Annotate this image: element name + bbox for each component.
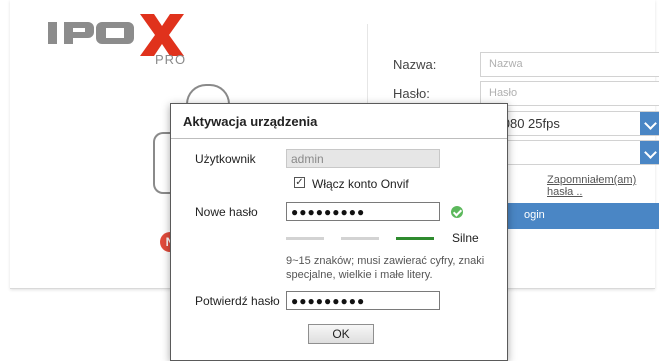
- ok-button[interactable]: OK: [308, 324, 374, 344]
- check-circle-icon: [451, 206, 463, 218]
- strength-bar-strong: [396, 237, 434, 240]
- name-input[interactable]: Nazwa: [480, 52, 659, 77]
- onvif-checkbox[interactable]: ✓: [294, 177, 305, 188]
- dialog-title-divider: [171, 138, 507, 139]
- password-label: Hasło:: [393, 86, 430, 101]
- logo-subtitle: PRO: [155, 52, 187, 67]
- name-label: Nazwa:: [393, 57, 437, 72]
- new-password-label: Nowe hasło: [195, 205, 258, 219]
- device-activation-dialog: Aktywacja urządzenia Użytkownik admin ✓ …: [170, 103, 508, 361]
- confirm-password-label: Potwierdź hasło: [195, 294, 280, 308]
- password-hint: 9~15 znaków; musi zawierać cyfry, znaki …: [286, 255, 485, 281]
- strength-bar-medium: [341, 237, 379, 240]
- new-password-input[interactable]: ●●●●●●●●●: [286, 202, 440, 221]
- strength-label: Silne: [452, 231, 479, 245]
- user-field: admin: [286, 149, 440, 168]
- confirm-password-input[interactable]: ●●●●●●●●●: [286, 291, 440, 310]
- dialog-title: Aktywacja urządzenia: [183, 114, 318, 129]
- chevron-down-icon[interactable]: [640, 112, 659, 135]
- user-label: Użytkownik: [195, 152, 256, 166]
- chevron-down-icon[interactable]: [640, 141, 659, 164]
- onvif-checkbox-label[interactable]: Włącz konto Onvif: [312, 177, 409, 191]
- strength-bar-weak: [286, 237, 324, 240]
- forgot-password-link[interactable]: Zapomniałem(am) hasła ..: [547, 174, 655, 198]
